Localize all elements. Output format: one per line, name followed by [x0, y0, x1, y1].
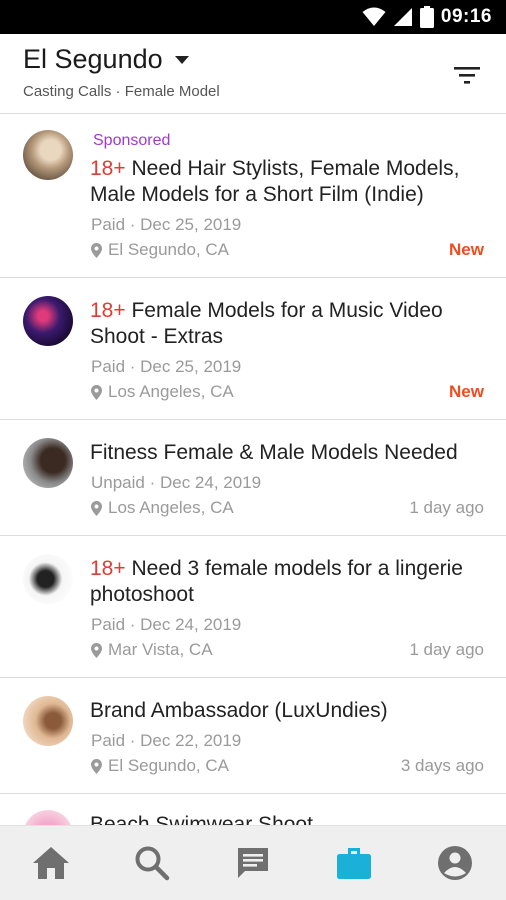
status-icons: 09:16: [362, 5, 492, 29]
listing-location: Mar Vista, CA: [91, 640, 213, 660]
messages-icon: [237, 848, 268, 878]
bottom-navigation: [0, 825, 506, 900]
filter-icon: [454, 67, 480, 84]
location-text: Mar Vista, CA: [108, 640, 213, 659]
location-pin-icon: [91, 242, 102, 258]
age-restriction-tag: 18+: [90, 299, 126, 322]
listing-title-text: Fitness Female & Male Models Needed: [90, 441, 458, 464]
listing-meta: Paid · Dec 25, 2019: [91, 215, 242, 234]
new-badge: New: [449, 240, 484, 259]
listing-card[interactable]: Sponsored 18+ Need Hair Stylists, Female…: [0, 114, 506, 278]
listing-meta: Paid · Dec 25, 2019: [91, 357, 242, 376]
location-text: Los Angeles, CA: [108, 498, 234, 517]
jobs-icon: [337, 848, 372, 879]
listing-meta: Paid · Dec 22, 2019: [91, 731, 242, 750]
listing-title: 18+ Female Models for a Music Video Shoo…: [90, 298, 488, 350]
cell-signal-icon: [393, 8, 412, 26]
battery-icon: [419, 6, 434, 28]
posted-ago: 3 days ago: [400, 756, 484, 775]
age-restriction-tag: 18+: [90, 157, 126, 180]
posted-ago: 1 day ago: [409, 640, 484, 659]
poster-avatar: [23, 810, 73, 825]
listing-title-text: Beach Swimwear Shoot: [90, 813, 313, 825]
location-text: Los Angeles, CA: [108, 382, 234, 401]
wifi-icon: [362, 7, 386, 26]
listing-location: El Segundo, CA: [91, 240, 229, 260]
listing-card[interactable]: Brand Ambassador (LuxUndies) Paid · Dec …: [0, 678, 506, 794]
home-icon: [32, 847, 69, 879]
caret-down-icon: [174, 55, 189, 64]
location-pin-icon: [91, 758, 102, 774]
location-pin-icon: [91, 500, 102, 516]
listing-location: Los Angeles, CA: [91, 382, 234, 402]
nav-jobs[interactable]: [324, 833, 384, 893]
poster-avatar: [23, 554, 73, 604]
profile-icon: [438, 846, 473, 880]
location-selector[interactable]: El Segundo: [23, 44, 189, 75]
posted-ago: 1 day ago: [409, 498, 484, 517]
app-header: El Segundo Casting Calls · Female Model: [0, 34, 506, 114]
poster-avatar: [23, 296, 73, 346]
listing-location: El Segundo, CA: [91, 756, 229, 776]
listing-title: 18+ Need 3 female models for a lingerie …: [90, 556, 488, 608]
listing-location: Los Angeles, CA: [91, 498, 234, 518]
listing-title: Brand Ambassador (LuxUndies): [90, 698, 488, 724]
listing-title: Fitness Female & Male Models Needed: [90, 440, 488, 466]
listing-meta: Unpaid · Dec 24, 2019: [91, 473, 262, 492]
status-time: 09:16: [440, 6, 492, 27]
filter-button[interactable]: [450, 58, 484, 92]
location-text: El Segundo, CA: [108, 756, 229, 775]
listing-title-text: Brand Ambassador (LuxUndies): [90, 699, 388, 722]
header-subtitle: Casting Calls · Female Model: [23, 83, 220, 100]
nav-messages[interactable]: [223, 833, 283, 893]
location-text: El Segundo, CA: [108, 240, 229, 259]
sponsored-label: Sponsored: [93, 132, 171, 149]
nav-home[interactable]: [21, 833, 81, 893]
poster-avatar: [23, 696, 73, 746]
age-restriction-tag: 18+: [90, 557, 126, 580]
casting-call-list: Sponsored 18+ Need Hair Stylists, Female…: [0, 114, 506, 825]
listing-card[interactable]: Beach Swimwear Shoot: [0, 794, 506, 825]
listing-title-text: Female Models for a Music Video Shoot - …: [90, 299, 443, 348]
listing-card[interactable]: Fitness Female & Male Models Needed Unpa…: [0, 420, 506, 536]
status-bar: 09:16: [0, 0, 506, 34]
location-name: El Segundo: [23, 44, 163, 74]
poster-avatar: [23, 438, 73, 488]
listing-meta: Paid · Dec 24, 2019: [91, 615, 242, 634]
listing-title: 18+ Need Hair Stylists, Female Models, M…: [90, 156, 488, 208]
nav-profile[interactable]: [425, 833, 485, 893]
new-badge: New: [449, 382, 484, 401]
location-pin-icon: [91, 384, 102, 400]
nav-search[interactable]: [122, 833, 182, 893]
location-pin-icon: [91, 642, 102, 658]
poster-avatar: [23, 130, 73, 180]
listing-title-text: Need Hair Stylists, Female Models, Male …: [90, 157, 460, 206]
listing-title-text: Need 3 female models for a lingerie phot…: [90, 557, 463, 606]
listing-title: Beach Swimwear Shoot: [90, 812, 488, 825]
listing-card[interactable]: 18+ Female Models for a Music Video Shoo…: [0, 278, 506, 420]
listing-card[interactable]: 18+ Need 3 female models for a lingerie …: [0, 536, 506, 678]
search-icon: [135, 846, 170, 881]
